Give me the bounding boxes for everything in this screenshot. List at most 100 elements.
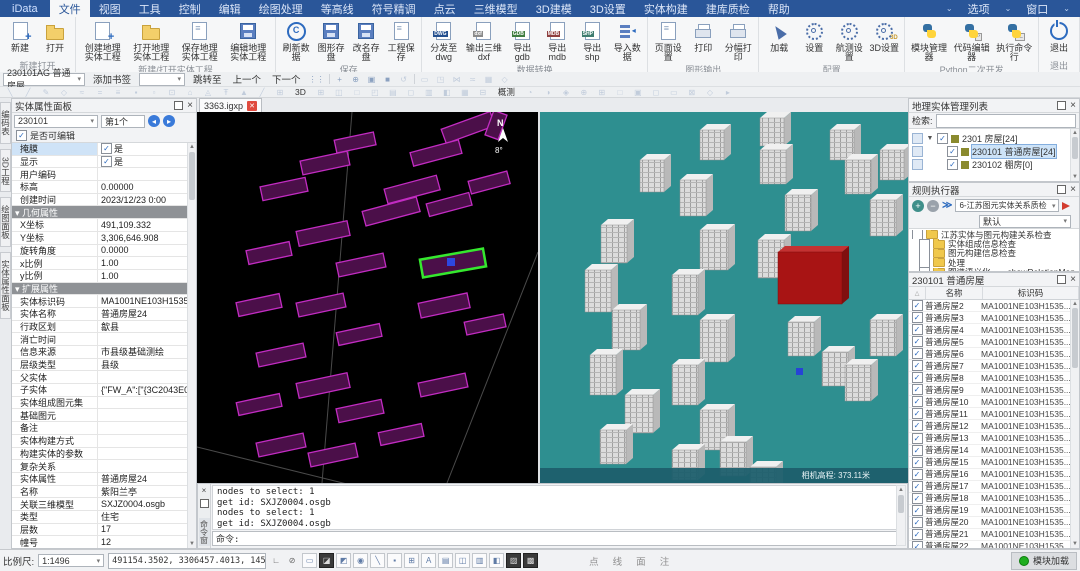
property-row[interactable]: 子实体{"FW_A":["{3C2043E0-2897-... xyxy=(12,384,196,397)
checkbox-icon[interactable]: ✓ xyxy=(912,300,923,311)
building-3d[interactable] xyxy=(672,269,705,315)
property-row[interactable]: 消亡时间 xyxy=(12,333,196,346)
tool-icon[interactable]: ╲ xyxy=(4,87,16,97)
checkbox-icon[interactable]: ✓ xyxy=(912,505,923,516)
tool-icon[interactable]: ⊡ xyxy=(166,87,178,97)
table-row[interactable]: ✓普通房屋13MA1001NE103H1535... xyxy=(909,433,1079,445)
table-row[interactable]: ✓普通房屋8MA1001NE103H1535... xyxy=(909,372,1079,384)
property-row[interactable]: 实体组成图元集 xyxy=(12,397,196,410)
checkbox-icon[interactable]: ✓ xyxy=(912,541,923,548)
menu-item-文件[interactable]: 文件 xyxy=(50,0,90,17)
tool-icon[interactable]: Ŧ xyxy=(220,87,232,97)
float-panel-icon[interactable] xyxy=(1057,101,1066,110)
tool-icon[interactable]: ▦ xyxy=(459,87,471,97)
run-flag-icon[interactable] xyxy=(1062,202,1070,210)
menu-item-三维模型[interactable]: 三维模型 xyxy=(465,0,527,17)
table-row[interactable]: ✓普通房屋6MA1001NE103H1535... xyxy=(909,348,1079,360)
property-row[interactable]: 幢号12 xyxy=(12,536,196,548)
status-toggle-icon[interactable]: ▨ xyxy=(506,553,521,568)
command-window-label[interactable]: 命令窗 xyxy=(199,518,210,546)
tool-icon[interactable]: ✎ xyxy=(40,87,52,97)
tree-row[interactable]: ✓230101 普通房屋[24] xyxy=(909,145,1079,158)
building-3d[interactable] xyxy=(640,154,671,192)
property-row[interactable]: 实体构建方式 xyxy=(12,435,196,448)
checkbox-icon[interactable]: ✓ xyxy=(912,312,923,323)
checkbox-icon[interactable]: ✓ xyxy=(912,457,923,468)
table-row[interactable]: ✓普通房屋19MA1001NE103H1535... xyxy=(909,505,1079,517)
selection-handle[interactable] xyxy=(447,258,455,266)
ribbon-button[interactable]: 编辑地理实体工程 xyxy=(225,18,273,64)
status-toggle-icon[interactable]: A xyxy=(421,553,436,568)
checkbox-icon[interactable]: ✓ xyxy=(947,159,958,170)
close-icon[interactable]: × xyxy=(1070,275,1076,285)
building-3d[interactable] xyxy=(700,124,731,160)
checkbox-icon[interactable]: ✓ xyxy=(912,396,923,407)
menu-item-等高线[interactable]: 等高线 xyxy=(312,0,363,17)
layer-visibility-icon[interactable] xyxy=(912,133,923,144)
checkbox-icon[interactable]: ✓ xyxy=(912,420,923,431)
tool-icon[interactable]: ◻ xyxy=(650,87,662,97)
close-icon[interactable]: × xyxy=(187,101,193,111)
side-tab-3D工程[interactable]: 3D工程 xyxy=(0,149,11,193)
tool-icon[interactable]: ⋮⋮ xyxy=(309,74,325,84)
float-panel-icon[interactable] xyxy=(1057,185,1066,194)
menu-item-绘图处理[interactable]: 绘图处理 xyxy=(250,0,312,17)
ribbon-button[interactable]: GDB导出gdb xyxy=(505,18,539,64)
property-row[interactable]: 标高0.00000 xyxy=(12,181,196,194)
ribbon-button[interactable]: 模块管理器 xyxy=(908,18,950,64)
rule-item[interactable]: 处理 xyxy=(909,258,1079,267)
tool-icon[interactable]: ▲ xyxy=(238,87,250,97)
menu-item-编辑[interactable]: 编辑 xyxy=(210,0,250,17)
property-row[interactable]: 用户编码 xyxy=(12,168,196,181)
table-row[interactable]: ✓普通房屋9MA1001NE103H1535... xyxy=(909,384,1079,396)
table-row[interactable]: ✓普通房屋10MA1001NE103H1535... xyxy=(909,396,1079,408)
close-tab-icon[interactable]: ✕ xyxy=(247,101,257,111)
property-grid-scrollbar[interactable]: ▲▼ xyxy=(187,143,196,548)
status-toggle-icon[interactable]: ◩ xyxy=(336,553,351,568)
draw-mode-面[interactable]: 面 xyxy=(629,554,653,568)
document-tab[interactable]: 3363.igxp ✕ xyxy=(199,98,262,112)
ribbon-button[interactable]: 改名存盘 xyxy=(349,18,383,64)
prev-entity-button[interactable]: ◂ xyxy=(148,115,160,127)
entity-index-box[interactable]: 第1个 xyxy=(101,115,145,128)
ribbon-button[interactable]: 加载 xyxy=(762,18,796,54)
float-panel-icon[interactable] xyxy=(1057,275,1066,284)
ribbon-button[interactable]: >_执行命令行 xyxy=(993,18,1035,64)
table-row[interactable]: ✓普通房屋22MA1001NE103H1535... xyxy=(909,541,1079,548)
scroll-up-icon[interactable]: ▲ xyxy=(1072,129,1078,137)
close-icon[interactable]: × xyxy=(202,486,207,496)
tool-icon[interactable]: ◬ xyxy=(202,87,214,97)
ribbon-button[interactable]: 航测设置 xyxy=(832,18,866,64)
tool-icon[interactable]: ╱ xyxy=(256,87,268,97)
tool-icon[interactable]: ⊞ xyxy=(596,87,608,97)
tool-icon[interactable]: ⊕ xyxy=(350,74,362,84)
property-row[interactable]: 类型住宅 xyxy=(12,511,196,524)
table-row[interactable]: ✓普通房屋11MA1001NE103H1535... xyxy=(909,408,1079,420)
rule-scheme-combo[interactable]: 6-江苏图元实体关系质检▾ xyxy=(955,199,1059,212)
building-3d[interactable] xyxy=(870,314,903,356)
command-input[interactable]: 命令: xyxy=(212,531,897,546)
side-tab-实体属性面板[interactable]: 实体属性面板 xyxy=(0,252,11,319)
tool-icon[interactable]: ▭ xyxy=(668,87,680,97)
checkbox-icon[interactable]: ✓ xyxy=(912,336,923,347)
checkbox-icon[interactable]: ✓ xyxy=(912,469,923,480)
tool-icon[interactable]: ⋈ xyxy=(451,74,463,84)
ribbon-button[interactable]: 图形存盘 xyxy=(314,18,348,64)
survey-button[interactable]: 概测 xyxy=(495,86,518,98)
tool-icon[interactable]: ⊞ xyxy=(315,87,327,97)
tool-icon[interactable]: ╱ xyxy=(22,87,34,97)
ribbon-button[interactable]: 分幅打印 xyxy=(721,18,755,64)
ribbon-button[interactable]: 保存地理实体工程 xyxy=(176,18,224,64)
status-toggle-icon[interactable]: ▪ xyxy=(387,553,402,568)
menu-item-点云[interactable]: 点云 xyxy=(425,0,465,17)
table-row[interactable]: ✓普通房屋12MA1001NE103H1535... xyxy=(909,420,1079,432)
rule-item[interactable]: 江苏实体与图元构建关系检查 xyxy=(909,230,1079,239)
building-3d[interactable] xyxy=(590,349,623,395)
run-rules-button[interactable]: ≫ xyxy=(942,200,952,211)
status-toggle-icon[interactable]: ▩ xyxy=(523,553,538,568)
tool-icon[interactable]: ▪ xyxy=(130,87,142,97)
draw-mode-点[interactable]: 点 xyxy=(582,554,606,568)
checkbox-icon[interactable]: ✓ xyxy=(947,146,958,157)
tool-icon[interactable]: ◔ xyxy=(524,87,536,97)
command-log[interactable]: nodes to select: 1get id: SXJZ0004.osgbn… xyxy=(212,485,897,530)
